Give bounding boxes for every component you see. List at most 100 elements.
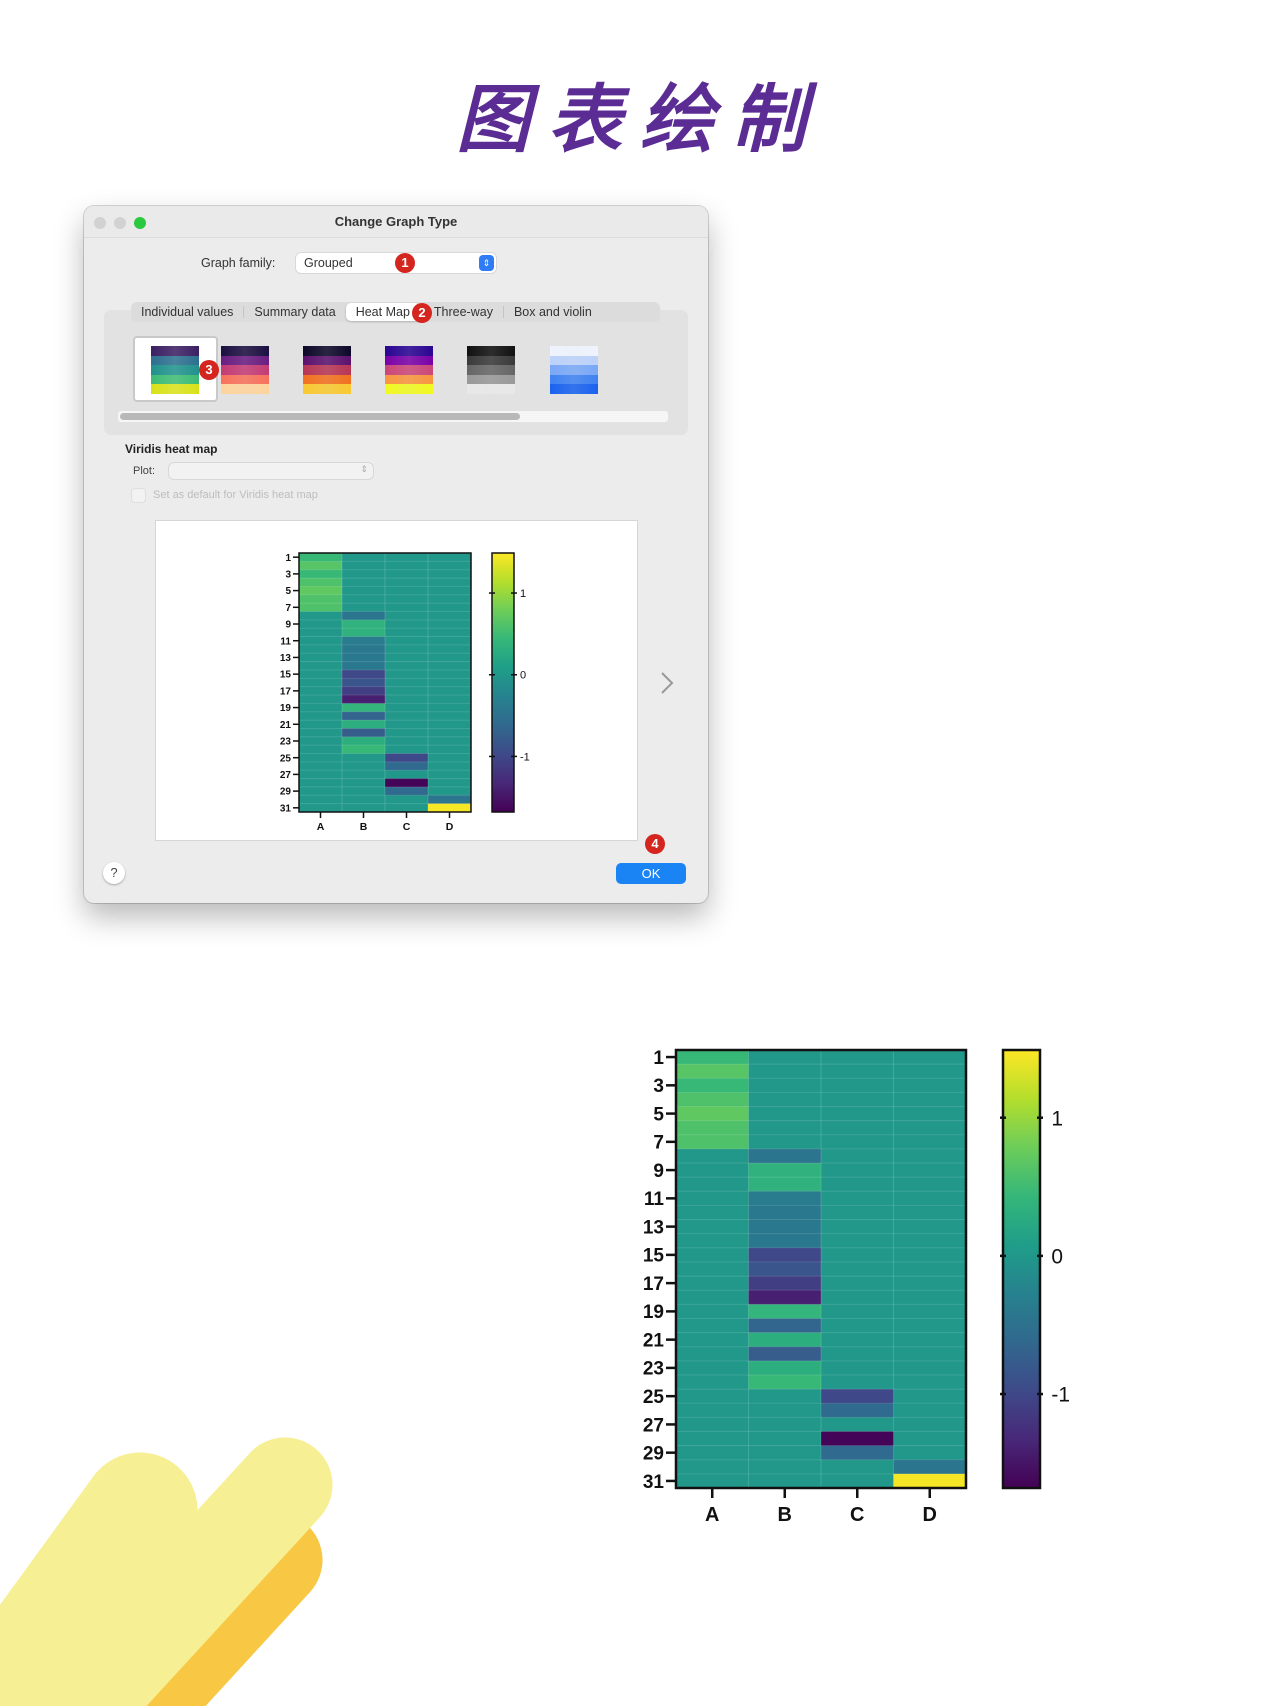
heatmap-cell bbox=[821, 1191, 894, 1206]
heatmap-cell bbox=[893, 1219, 967, 1234]
heatmap-cell bbox=[821, 1304, 894, 1319]
heatmap-cell bbox=[385, 770, 429, 779]
colorbar-tick-label: 0 bbox=[1051, 1245, 1063, 1268]
heatmap-thumbnail-blues[interactable] bbox=[550, 346, 598, 394]
heatmap-cell bbox=[342, 561, 386, 571]
heatmap-cell bbox=[893, 1148, 967, 1164]
heatmap-cell bbox=[821, 1233, 894, 1249]
heatmap-thumbnail-viridis[interactable] bbox=[151, 346, 199, 394]
heatmap-cell bbox=[299, 678, 343, 687]
x-tick-label: A bbox=[705, 1504, 719, 1526]
y-tick-label: 19 bbox=[643, 1302, 664, 1323]
heatmap-thumbnail-plasma[interactable] bbox=[385, 346, 433, 394]
heatmap-cell bbox=[893, 1417, 967, 1432]
heatmap-cell bbox=[385, 753, 429, 763]
heatmap-cell bbox=[385, 553, 429, 562]
heatmap-cell bbox=[299, 720, 343, 729]
x-tick-label: D bbox=[446, 821, 454, 833]
heatmap-cell bbox=[893, 1261, 967, 1277]
x-tick-label: C bbox=[403, 821, 411, 833]
heatmap-cell bbox=[299, 703, 343, 713]
heatmap-thumbnail-grayscale[interactable] bbox=[467, 346, 515, 394]
chevron-right-icon[interactable] bbox=[659, 670, 675, 696]
heatmap-cell bbox=[385, 578, 429, 587]
heatmap-cell bbox=[748, 1219, 822, 1234]
tab-summary-data[interactable]: Summary data bbox=[244, 303, 345, 321]
heatmap-cell bbox=[821, 1459, 894, 1475]
scrollbar-thumb[interactable] bbox=[120, 413, 520, 420]
heatmap-cell bbox=[342, 711, 386, 721]
y-tick-label: 17 bbox=[643, 1274, 664, 1295]
default-checkbox[interactable] bbox=[132, 489, 145, 502]
heatmap-cell bbox=[428, 711, 472, 721]
plot-select[interactable]: ⇕ bbox=[169, 463, 373, 479]
heatmap-cell bbox=[428, 603, 472, 612]
heatmap-cell bbox=[299, 569, 343, 579]
graph-preview: 1 3 5 7 9 11 13 15 17 19 21 23 25 27 29 31 A B C D 1 0 -1 bbox=[156, 521, 637, 840]
heatmap-cell bbox=[342, 720, 386, 729]
heatmap-cell bbox=[428, 728, 472, 738]
heatmap-cell bbox=[821, 1247, 894, 1263]
heatmap-cell bbox=[821, 1360, 894, 1376]
heatmap-cell bbox=[821, 1403, 894, 1418]
tab-heat-map[interactable]: Heat Map bbox=[345, 303, 420, 321]
heatmap-cell bbox=[299, 578, 343, 587]
heatmap-cell bbox=[385, 586, 429, 596]
heatmap-cell bbox=[299, 561, 343, 571]
help-button[interactable]: ? bbox=[103, 862, 125, 884]
heatmap-cell bbox=[428, 770, 472, 779]
tab-three-way[interactable]: Three-way bbox=[420, 303, 503, 321]
y-tick-label: 1 bbox=[653, 1048, 664, 1069]
heatmap-cell bbox=[342, 553, 386, 562]
heatmap-cell bbox=[428, 586, 472, 596]
x-tick-label: B bbox=[778, 1504, 792, 1526]
heatmap-cell bbox=[748, 1389, 822, 1404]
heatmap-cell bbox=[821, 1445, 894, 1461]
y-tick-label: 31 bbox=[643, 1472, 665, 1493]
heatmap-cell bbox=[821, 1078, 894, 1093]
heatmap-thumbnail-magma[interactable] bbox=[221, 346, 269, 394]
heatmap-cell bbox=[428, 594, 472, 604]
heatmap-cell bbox=[748, 1191, 822, 1206]
heatmap-cell bbox=[385, 745, 429, 754]
heatmap-cell bbox=[893, 1403, 967, 1418]
heatmap-cell bbox=[428, 753, 472, 763]
heatmap-cell bbox=[676, 1431, 749, 1446]
heatmap-cell bbox=[676, 1163, 749, 1178]
heatmap-cell bbox=[893, 1276, 967, 1291]
heatmap-cell bbox=[676, 1332, 749, 1348]
heatmap-cell bbox=[385, 778, 429, 788]
heatmap-cell bbox=[748, 1417, 822, 1432]
tab-individual-values[interactable]: Individual values bbox=[131, 303, 243, 321]
heatmap-cell bbox=[676, 1191, 749, 1206]
heatmap-cell bbox=[342, 728, 386, 738]
heatmap-cell bbox=[299, 795, 343, 804]
heatmap-cell bbox=[299, 728, 343, 738]
tab-box-and-violin[interactable]: Box and violin bbox=[504, 303, 602, 321]
heatmap-cell bbox=[428, 678, 472, 687]
annotation-badge: 3 bbox=[199, 360, 219, 380]
heatmap-cell bbox=[299, 686, 343, 696]
heatmap-cell bbox=[676, 1346, 749, 1362]
heatmap-cell bbox=[676, 1374, 749, 1390]
heatmap-cell bbox=[676, 1403, 749, 1418]
heatmap-cell bbox=[821, 1205, 894, 1220]
heatmap-cell bbox=[748, 1445, 822, 1461]
colorbar-tick-label: -1 bbox=[520, 751, 530, 763]
heatmap-cell bbox=[428, 795, 472, 804]
section-title: Viridis heat map bbox=[125, 442, 218, 456]
heatmap-cell bbox=[676, 1459, 749, 1475]
heatmap-cell bbox=[385, 561, 429, 571]
y-tick-label: 27 bbox=[643, 1415, 664, 1436]
preview-heatmap: 135791113151719212325272931A B C D10-1 bbox=[280, 552, 530, 833]
heatmap-cell bbox=[893, 1445, 967, 1461]
heatmap-cell bbox=[676, 1092, 749, 1107]
ok-button[interactable]: OK bbox=[616, 863, 686, 884]
heatmap-cell bbox=[342, 678, 386, 687]
x-tick-label: D bbox=[923, 1504, 937, 1526]
heatmap-cell bbox=[428, 720, 472, 729]
heatmap-cell bbox=[299, 761, 343, 771]
heatmap-thumbnail-inferno[interactable] bbox=[303, 346, 351, 394]
heatmap-cell bbox=[748, 1403, 822, 1418]
y-tick-label: 31 bbox=[280, 803, 292, 814]
